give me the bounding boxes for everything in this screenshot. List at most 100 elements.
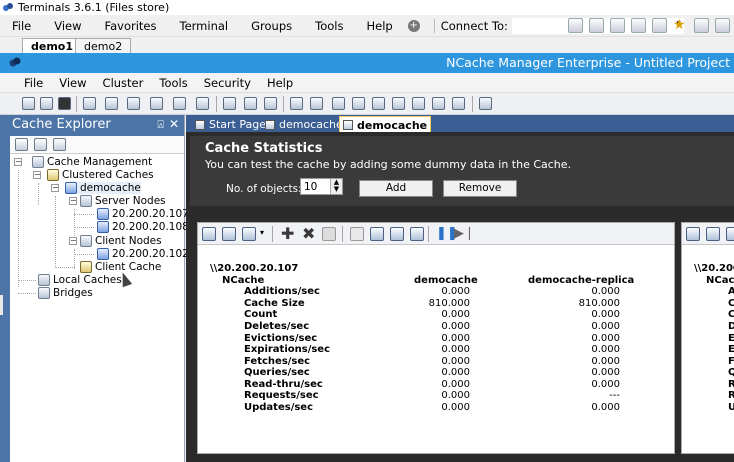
tree-node-server-107[interactable]: 20.200.20.107 [97,208,189,220]
step-forward-icon[interactable]: ▶❘ [454,226,475,241]
menu-terminal[interactable]: Terminal [168,19,240,33]
organize-icon[interactable] [694,18,709,33]
client-nodes-icon [80,235,92,247]
add-counter-icon[interactable]: ✚ [281,224,294,243]
terminals-menubar: File View Favorites Terminal Groups Tool… [0,15,734,37]
stats-category: NCache [222,275,265,286]
favorite-star-icon[interactable]: ★ [673,18,688,33]
tab-democache-stats[interactable]: democache [339,116,432,132]
tree-node-local-caches[interactable]: Local Caches [38,274,122,286]
stepper-arrows-icon[interactable]: ▲ ▼ [330,179,342,194]
ncache-menu-security[interactable]: Security [194,76,257,90]
server-icon [97,208,109,220]
stop-cache-icon[interactable] [244,97,257,110]
add-node-icon[interactable] [150,97,163,110]
statistics-report-secondary: \\20.200 NCach A C C D E E F Q R R U [694,263,734,413]
panel-icon[interactable] [610,18,625,33]
objects-count-stepper[interactable]: 10 ▲ ▼ [300,178,343,195]
add-circle-icon[interactable]: + [407,19,420,32]
remove-button[interactable]: Remove [443,180,517,197]
freeze-icon[interactable] [706,227,720,241]
paste-icon[interactable] [370,227,384,241]
tab-democache-config[interactable]: democache [262,116,346,132]
pin-icon[interactable]: ⍓ [157,118,164,132]
remove-node-icon[interactable] [173,97,186,110]
table-row: Queries/sec 0.000 0.000 [244,367,620,378]
cache-management-icon [32,156,44,168]
add-button[interactable]: Add [359,180,433,197]
network-icon[interactable] [631,18,646,33]
cache-config-icon [265,119,275,130]
document-tab-strip: Start Page democache democache [186,115,734,132]
close-icon[interactable]: ✕ [169,117,179,131]
view-mode-icon[interactable] [202,227,216,241]
browse-icon[interactable] [392,97,405,110]
ncache-menu-view[interactable]: View [49,76,92,90]
menu-file[interactable]: File [0,19,42,33]
screen-icon[interactable] [568,18,583,33]
ncache-menu-tools[interactable]: Tools [149,76,193,90]
menu-groups[interactable]: Groups [239,19,303,33]
tree-node-client-102[interactable]: 20.200.20.102 [97,248,189,260]
options-icon[interactable] [715,18,730,33]
menu-view[interactable]: View [42,19,92,33]
objects-count-label: No. of objects: [226,183,302,195]
server-icon [97,221,109,233]
statistics-icon[interactable] [332,97,345,110]
network-map-icon[interactable] [452,97,465,110]
tree-node-server-108[interactable]: 20.200.20.108 [97,221,189,233]
properties-icon[interactable] [390,227,404,241]
menu-favorites[interactable]: Favorites [93,19,168,33]
new-cluster-icon[interactable] [83,97,96,110]
tab-demo2[interactable]: demo2 [75,38,132,53]
menu-tools[interactable]: Tools [303,19,354,33]
refresh-icon[interactable] [15,138,28,151]
open-project-icon[interactable] [40,97,53,110]
report-icon[interactable] [432,97,445,110]
connect-icon[interactable] [34,138,47,151]
cluster-settings-icon[interactable] [105,97,118,110]
save-icon[interactable] [58,97,71,110]
table-row: Deletes/sec 0.000 0.000 [244,321,620,332]
tab-demo1[interactable]: demo1 [22,38,83,53]
cluster-properties-icon[interactable] [127,97,140,110]
window-icon[interactable] [589,18,604,33]
tree-node-democache[interactable]: democache [65,182,141,194]
ncache-toolbar [0,93,734,115]
tool-icon[interactable] [652,18,667,33]
help-document-icon[interactable] [479,97,492,110]
test-cache-icon[interactable] [310,97,323,110]
tree-node-client-cache[interactable]: Client Cache [80,261,161,273]
tree-node-cache-management[interactable]: Cache Management [32,156,152,168]
chevron-down-icon[interactable]: ▾ [260,228,264,237]
zoom-icon[interactable] [410,227,424,241]
view-mode-icon[interactable] [686,227,700,241]
tree-node-client-nodes[interactable]: Client Nodes [80,235,162,247]
copy-icon[interactable] [350,227,364,241]
delete-counter-icon[interactable]: ✖ [302,224,315,243]
menu-help[interactable]: Help [354,19,403,33]
chart-icon[interactable] [412,97,425,110]
freeze-icon[interactable] [222,227,236,241]
configure-icon[interactable] [196,97,209,110]
ncache-menu-help[interactable]: Help [257,76,299,90]
new-project-icon[interactable] [22,97,35,110]
topology-icon[interactable] [352,97,365,110]
tree-node-bridges[interactable]: Bridges [38,287,93,299]
start-cache-icon[interactable] [223,97,236,110]
restart-cache-icon[interactable] [264,97,277,110]
ncache-menubar: File View Cluster Tools Security Help [0,73,734,93]
explore-icon[interactable] [53,138,66,151]
report-view-icon[interactable] [726,227,734,241]
tree-node-server-nodes[interactable]: Server Nodes [80,195,166,207]
tab-start-page[interactable]: Start Page [192,116,269,132]
tree-node-clustered-caches[interactable]: Clustered Caches [47,169,154,181]
ncache-menu-file[interactable]: File [14,76,49,90]
cache-explorer-title: Cache Explorer [12,117,111,132]
report-view-icon[interactable] [242,227,256,241]
clear-cache-icon[interactable] [290,97,303,110]
ncache-menu-cluster[interactable]: Cluster [93,76,150,90]
highlight-icon[interactable] [322,227,336,241]
stats-server-name: \\20.200.20.107 [210,263,299,274]
monitor-icon[interactable] [372,97,385,110]
